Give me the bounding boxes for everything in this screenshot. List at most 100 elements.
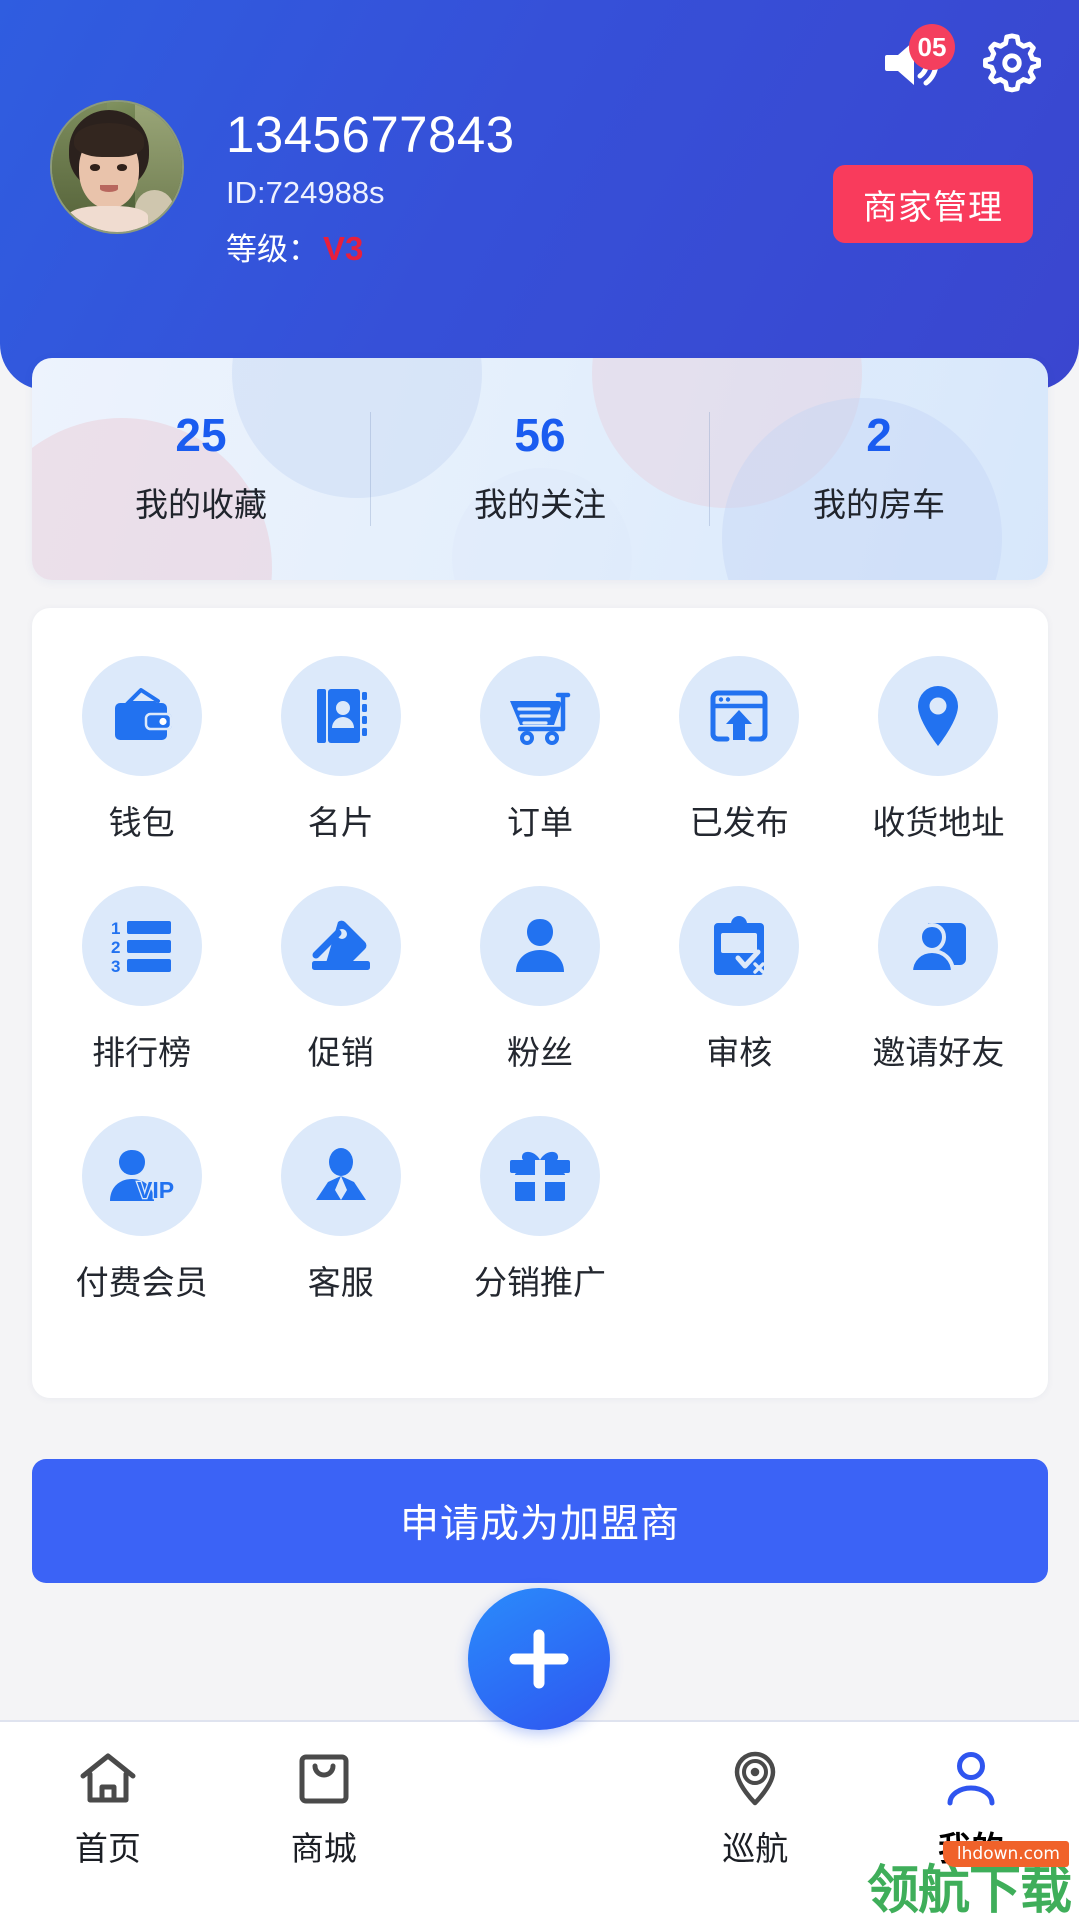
map-pin-icon [918, 686, 959, 746]
stat-label: 我的关注 [474, 486, 606, 523]
add-button[interactable] [468, 1588, 611, 1730]
profile-header: 05 1345677843 ID:724988s 等级： V3 商家管理 [0, 0, 1079, 390]
icon-circle [479, 656, 600, 776]
stat-favorites[interactable]: 25 我的收藏 [32, 412, 370, 526]
promotion-tag-icon [311, 920, 370, 970]
grid-item-distribution[interactable]: 分销推广 [440, 1116, 639, 1304]
stat-label: 我的房车 [813, 486, 945, 523]
icon-circle [280, 656, 401, 776]
clipboard-check-icon [714, 916, 765, 975]
level-value: V3 [323, 229, 364, 267]
merchant-management-button[interactable]: 商家管理 [833, 165, 1033, 243]
icon-circle [878, 886, 999, 1006]
vip-member-icon: VIP [109, 1150, 175, 1204]
grid-label: 排行榜 [92, 1034, 192, 1071]
stat-value: 2 [866, 409, 892, 461]
gear-icon [983, 33, 1041, 93]
invite-friend-icon [909, 922, 967, 974]
app-root: 05 1345677843 ID:724988s 等级： V3 商家管理 25 … [0, 0, 1079, 1918]
icon-circle [81, 656, 202, 776]
grid-item-review[interactable]: 审核 [640, 886, 839, 1074]
user-level: 等级： V3 [226, 224, 515, 269]
wallet-icon [114, 688, 172, 740]
stat-following[interactable]: 56 我的关注 [371, 412, 709, 526]
navigation-pin-icon [735, 1751, 776, 1806]
grid-item-address[interactable]: 收货地址 [839, 656, 1038, 844]
tab-label: 巡航 [722, 1830, 789, 1867]
avatar[interactable] [50, 100, 184, 234]
header-icon-group: 05 [879, 24, 1045, 96]
grid-item-published[interactable]: 已发布 [640, 656, 839, 844]
icon-circle [479, 886, 600, 1006]
grid-item-fans[interactable]: 粉丝 [440, 886, 639, 1074]
tab-label: 首页 [74, 1830, 141, 1867]
grid-label: 粉丝 [506, 1034, 573, 1071]
icon-circle [878, 656, 999, 776]
grid-item-namecard[interactable]: 名片 [241, 656, 440, 844]
announcement-badge: 05 [909, 24, 955, 70]
grid-item-vip[interactable]: VIP 付费会员 [42, 1116, 241, 1304]
tab-label: 商城 [290, 1830, 357, 1867]
tab-icon-wrap [945, 1748, 997, 1810]
bottom-tab-bar: 首页 商城 巡航 我的 [0, 1588, 1079, 1918]
icon-circle [679, 656, 800, 776]
grid-label: 分销推广 [473, 1264, 606, 1301]
tab-cruise[interactable]: 巡航 [647, 1748, 863, 1870]
grid-label: 邀请好友 [872, 1034, 1005, 1071]
stat-rv[interactable]: 2 我的房车 [710, 412, 1048, 526]
icon-circle: VIP [81, 1116, 202, 1236]
tab-profile[interactable]: 我的 [863, 1748, 1079, 1870]
contact-card-icon [316, 689, 367, 743]
shopping-cart-icon [509, 692, 571, 745]
gift-box-icon [509, 1151, 570, 1201]
svg-text:3: 3 [111, 957, 120, 975]
icon-circle [280, 886, 401, 1006]
stat-value: 56 [514, 409, 566, 461]
tab-icon-wrap [298, 1748, 350, 1810]
tab-home[interactable]: 首页 [0, 1748, 216, 1870]
user-icon [515, 919, 564, 972]
grid-label: 钱包 [108, 804, 175, 841]
icon-circle [479, 1116, 600, 1236]
person-icon [947, 1752, 995, 1806]
grid-item-support[interactable]: 客服 [241, 1116, 440, 1304]
svg-text:VIP: VIP [137, 1177, 174, 1203]
grid-item-promotion[interactable]: 促销 [241, 886, 440, 1074]
home-icon [80, 1753, 136, 1803]
numbered-list-icon: 1 2 3 [111, 919, 171, 975]
icon-circle: 1 2 3 [81, 886, 202, 1006]
svg-text:2: 2 [111, 938, 120, 957]
stat-value: 25 [175, 409, 227, 461]
level-label: 等级： [226, 231, 319, 267]
tab-icon-wrap [79, 1748, 137, 1810]
apply-franchisee-button[interactable]: 申请成为加盟商 [32, 1459, 1048, 1583]
tab-label: 我的 [938, 1830, 1005, 1867]
username: 1345677843 [226, 106, 515, 163]
grid-item-invite[interactable]: 邀请好友 [839, 886, 1038, 1074]
icon-circle [679, 886, 800, 1006]
shopping-bag-icon [299, 1754, 349, 1804]
icon-circle [280, 1116, 401, 1236]
grid-label: 名片 [307, 804, 374, 841]
upload-window-icon [710, 690, 768, 742]
grid-label: 客服 [307, 1264, 374, 1301]
plus-icon [509, 1629, 569, 1689]
svg-text:1: 1 [111, 919, 120, 938]
stats-card: 25 我的收藏 56 我的关注 2 我的房车 [32, 358, 1048, 580]
grid-label: 付费会员 [75, 1264, 208, 1301]
grid-item-ranking[interactable]: 1 2 3 排行榜 [42, 886, 241, 1074]
announcement-button[interactable]: 05 [879, 24, 955, 96]
grid-label: 已发布 [689, 804, 789, 841]
user-id: ID:724988s [226, 174, 385, 210]
grid-item-wallet[interactable]: 钱包 [42, 656, 241, 844]
quick-actions-grid: 钱包 名片 订单 已发布 收货地址 1 2 3 排行榜 促销 粉丝 审核 邀请好… [42, 656, 1038, 1304]
grid-label: 促销 [307, 1034, 374, 1071]
grid-label: 订单 [506, 804, 573, 841]
tab-mall[interactable]: 商城 [216, 1748, 432, 1870]
quick-actions-card: 钱包 名片 订单 已发布 收货地址 1 2 3 排行榜 促销 粉丝 审核 邀请好… [32, 608, 1048, 1398]
profile-text-block: 1345677843 ID:724988s 等级： V3 [226, 100, 515, 269]
settings-button[interactable] [979, 30, 1045, 96]
grid-item-orders[interactable]: 订单 [440, 656, 639, 844]
profile-info: 1345677843 ID:724988s 等级： V3 [50, 100, 515, 269]
grid-label: 收货地址 [872, 804, 1005, 841]
